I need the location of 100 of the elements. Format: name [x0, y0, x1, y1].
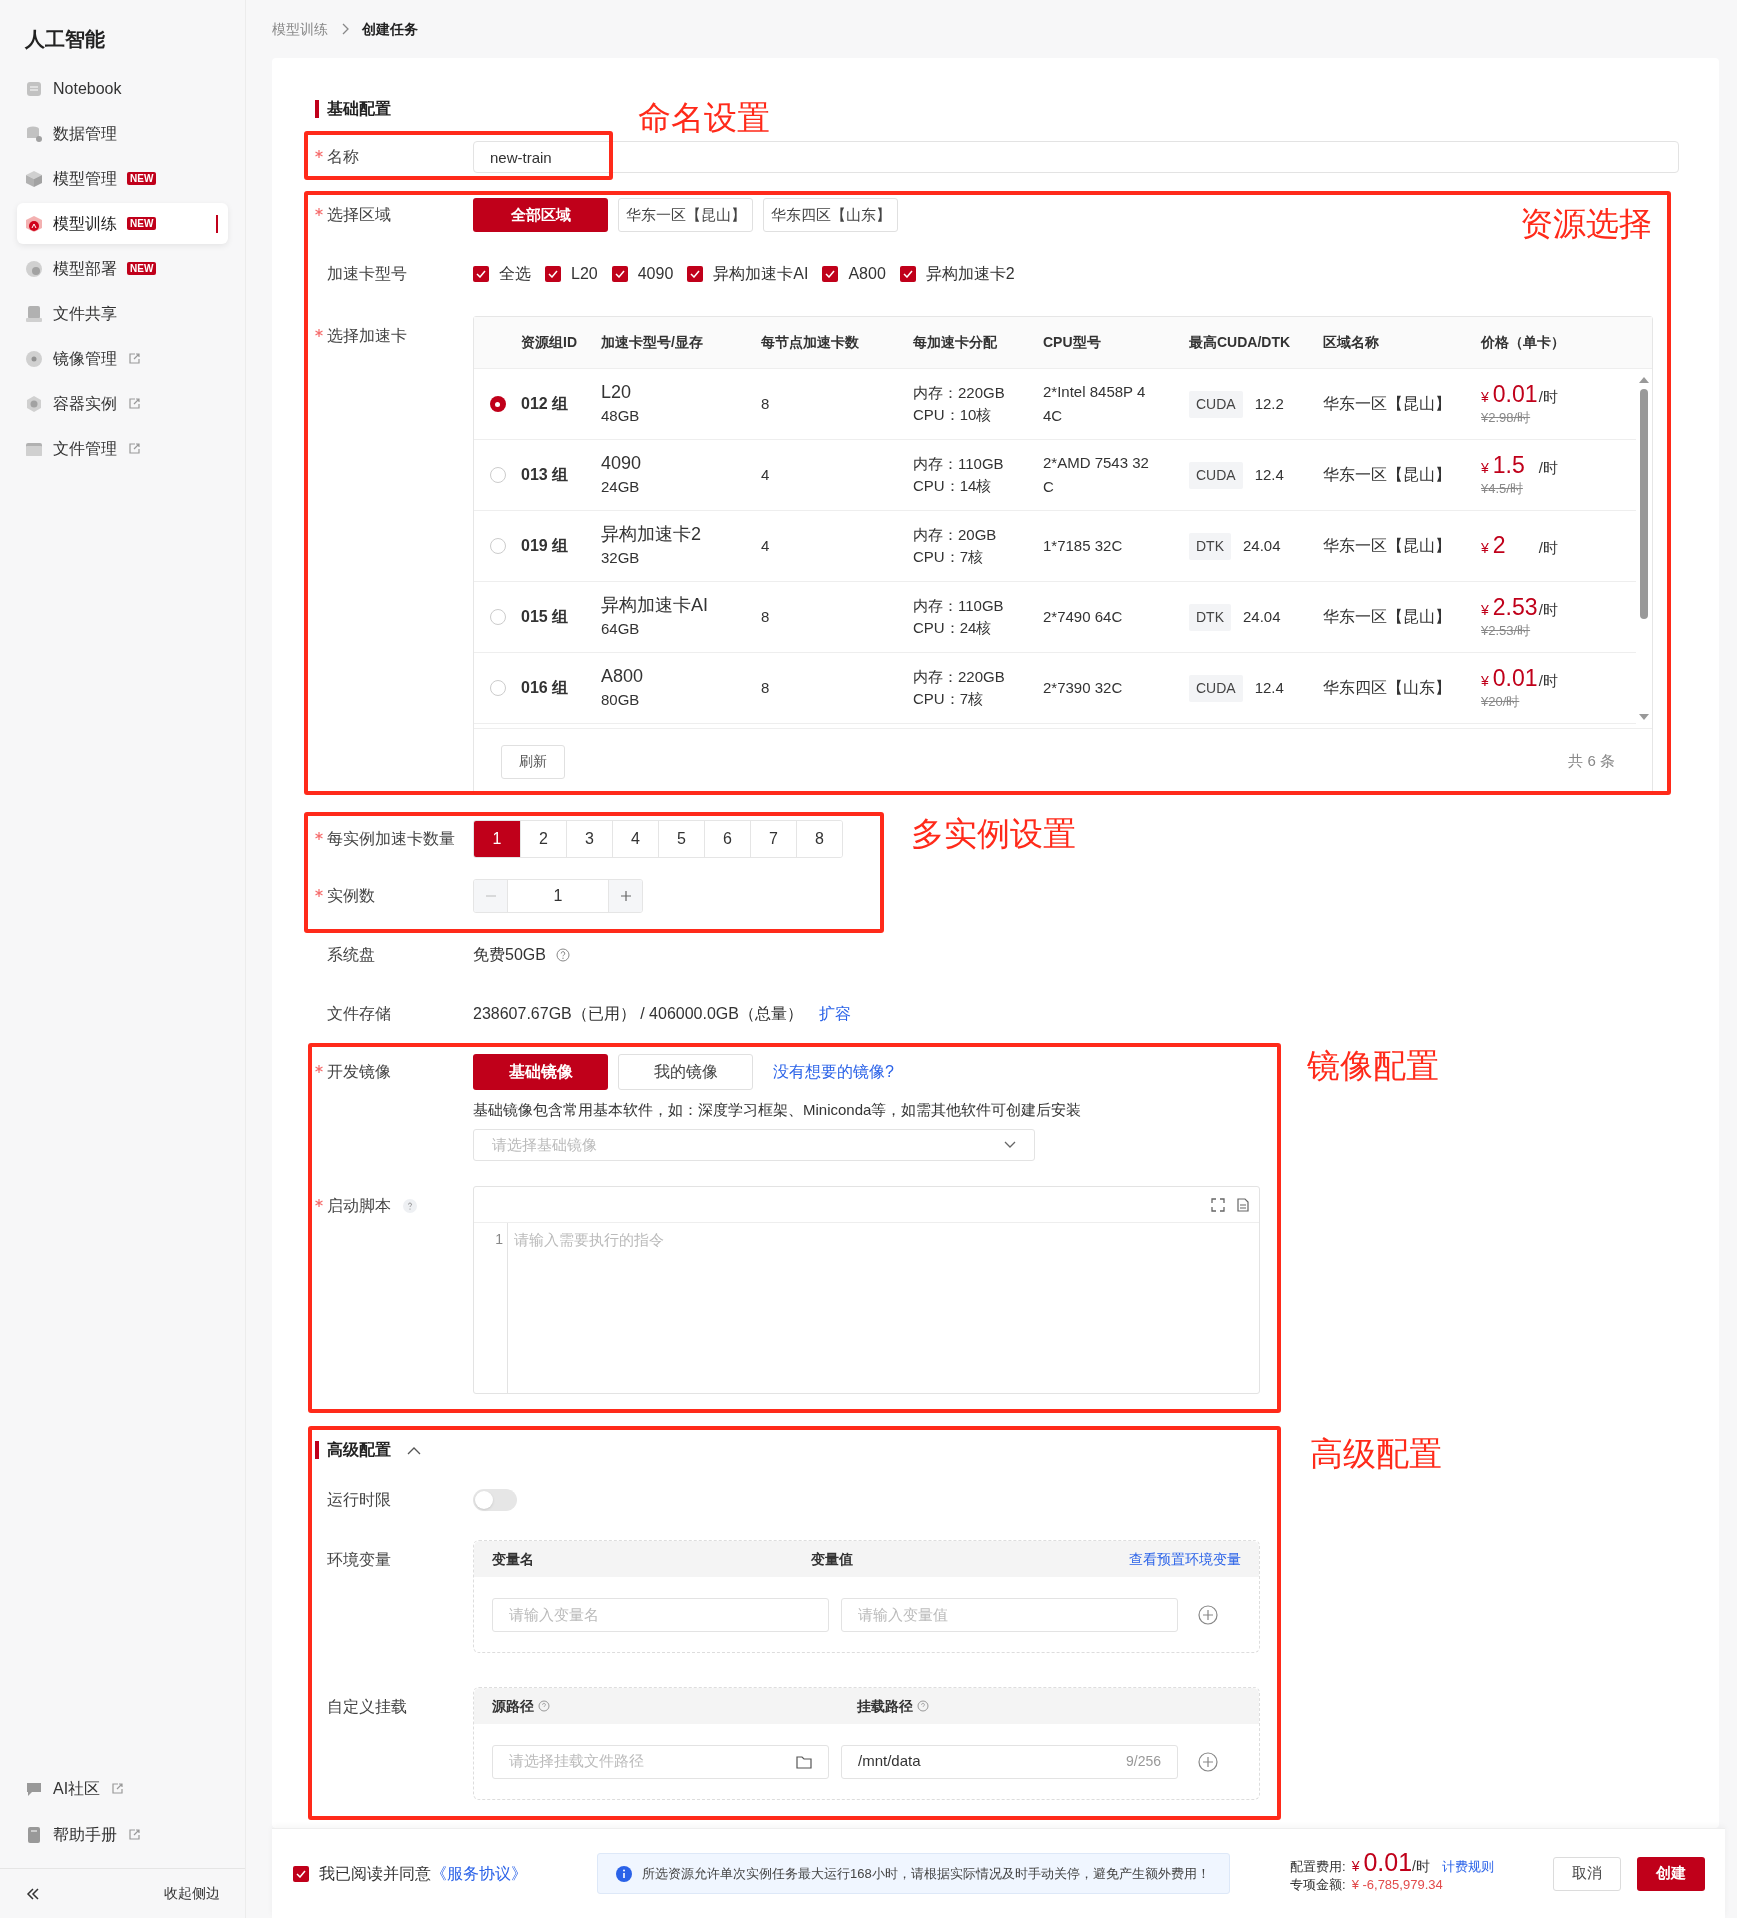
sidebar-item[interactable]: 文件管理: [17, 428, 228, 469]
region-button[interactable]: 华东一区【昆山】: [618, 198, 753, 232]
count-option[interactable]: 8: [796, 821, 842, 857]
sidebar-item[interactable]: 容器实例: [17, 383, 228, 424]
table-cell-text: CPU：10核: [913, 405, 993, 425]
radio-button[interactable]: [489, 538, 506, 554]
image-tab[interactable]: 基础镜像: [473, 1054, 608, 1090]
sidebar-item[interactable]: 模型训练 NEW: [17, 203, 228, 244]
table-cell-text: 内存：20GB: [913, 525, 998, 545]
variable-value-input-field[interactable]: 请输入变量值: [841, 1597, 1178, 1632]
table-cell-text: 华东一区【昆山】: [1323, 536, 1452, 556]
field-label: 启动脚本: [327, 1196, 391, 1216]
create-button[interactable]: 创建: [1637, 1856, 1705, 1891]
expand-link[interactable]: 扩容: [818, 1002, 851, 1026]
scroll-down-icon[interactable]: [1639, 714, 1649, 720]
radio-button[interactable]: [489, 467, 506, 483]
chevron-up-icon[interactable]: [407, 1445, 421, 1455]
number-stepper[interactable]: 1: [473, 879, 643, 913]
original-price: ¥20/时: [1481, 693, 1521, 711]
region-button[interactable]: 华东四区【山东】: [763, 198, 898, 232]
sidebar-item[interactable]: 数据管理: [17, 113, 228, 154]
tag: DTK: [1189, 532, 1231, 560]
section-marker: [315, 100, 319, 118]
sidebar-item[interactable]: 镜像管理: [17, 338, 228, 379]
image-tab[interactable]: 我的镜像: [618, 1054, 753, 1090]
checkbox[interactable]: [899, 266, 916, 282]
table-cell-text: CPU：7核: [913, 689, 984, 709]
sidebar-item[interactable]: 模型部署 NEW: [17, 248, 228, 289]
field-value: 免费50GB: [473, 945, 546, 965]
notebook-icon: [25, 79, 43, 98]
field-label: 名称: [327, 147, 359, 167]
document-icon[interactable]: [1237, 1197, 1249, 1212]
folder-icon[interactable]: [796, 1754, 812, 1769]
check-icon: [614, 270, 625, 278]
region-button[interactable]: 全部区域: [473, 198, 608, 232]
column-header: 变量名: [492, 1549, 534, 1569]
fullscreen-icon[interactable]: [1211, 1197, 1225, 1212]
radio-button[interactable]: [489, 396, 506, 412]
add-circle-icon[interactable]: [1198, 1604, 1218, 1625]
name-input-field[interactable]: new-train: [473, 141, 1679, 173]
checkbox-label: A800: [848, 264, 886, 284]
column-header: 源路径: [492, 1696, 534, 1716]
radio-button[interactable]: [489, 609, 506, 625]
breadcrumb-link[interactable]: 模型训练: [272, 18, 328, 40]
refresh-button[interactable]: 刷新: [501, 744, 565, 779]
sidebar-item[interactable]: 模型管理 NEW: [17, 158, 228, 199]
add-circle-icon[interactable]: [1198, 1751, 1218, 1772]
service-agreement-link[interactable]: 《服务协议》: [431, 1864, 527, 1882]
table-cell-text: 24.04: [1243, 606, 1281, 627]
checkbox[interactable]: [611, 266, 628, 282]
table-cell-text: 2*Intel 8458P 4 4C: [1043, 382, 1147, 426]
column-header: 挂载路径: [857, 1696, 913, 1716]
new-badge: NEW: [127, 172, 157, 185]
radio-button[interactable]: [489, 680, 506, 696]
collapse-icon[interactable]: [25, 1885, 41, 1902]
code-editor[interactable]: 1 请输入需要执行的指令: [473, 1186, 1260, 1394]
check-icon: [825, 270, 836, 278]
table-cell-text: A800: [601, 665, 645, 688]
table-cell-text: 4: [761, 535, 771, 556]
sidebar-item[interactable]: AI社区: [17, 1768, 228, 1809]
plus-icon[interactable]: [619, 890, 632, 902]
table-cell-text: 华东一区【昆山】: [1323, 465, 1452, 485]
scroll-up-icon[interactable]: [1639, 377, 1649, 383]
sidebar-item[interactable]: Notebook: [17, 68, 228, 109]
checkbox[interactable]: [473, 266, 489, 282]
checkbox[interactable]: [687, 266, 704, 282]
image-help-link[interactable]: 没有想要的镜像?: [773, 1060, 894, 1084]
collapse-sidebar-button[interactable]: 收起侧边: [164, 1883, 220, 1904]
checkbox[interactable]: [822, 266, 839, 282]
sidebar-item[interactable]: 帮助手册: [17, 1814, 228, 1855]
count-option[interactable]: 1: [474, 821, 520, 857]
field-label: 文件存储: [327, 1004, 391, 1024]
table-cell-text: L20: [601, 381, 633, 404]
table-cell-text: 64GB: [601, 619, 641, 639]
stepper-value: 1: [552, 886, 564, 906]
table-cell-text: 12.4: [1254, 677, 1284, 698]
field-label: 每实例加速卡数量: [327, 829, 455, 849]
cancel-button[interactable]: 取消: [1553, 1856, 1621, 1891]
mount-path-field[interactable]: /mnt/data 9/256: [841, 1744, 1178, 1779]
preset-env-link[interactable]: 查看预置环境变量: [1129, 1548, 1241, 1570]
field-value: 238607.67GB（已用） / 406000.0GB（总量）: [473, 1004, 803, 1024]
checkbox-label: L20: [571, 264, 598, 284]
info-icon: [616, 1865, 632, 1882]
table-cell-text: 4: [761, 464, 771, 485]
original-price: ¥2.53/时: [1481, 622, 1532, 640]
book-icon: [25, 1825, 43, 1844]
tag: CUDA: [1189, 390, 1243, 418]
annotation-label: 高级配置: [1310, 1434, 1442, 1474]
fee-label: 配置费用:: [1290, 1858, 1346, 1876]
column-header: 每加速卡分配: [913, 333, 998, 352]
agreement-text: 我已阅读并同意《服务协议》: [319, 1863, 527, 1884]
table-cell-text: 异构加速卡2: [601, 523, 702, 546]
billing-rules-link[interactable]: 计费规则: [1442, 1858, 1494, 1876]
sidebar-item[interactable]: 文件共享: [17, 293, 228, 334]
table-cell-text: 2*AMD 7543 32 C: [1043, 453, 1150, 497]
variable-name-input-field[interactable]: 请输入变量名: [492, 1597, 829, 1632]
table-cell-text: 015 组: [521, 607, 570, 627]
toggle-switch[interactable]: [473, 1489, 517, 1511]
checkbox[interactable]: [545, 266, 561, 282]
checkbox[interactable]: [293, 1865, 309, 1882]
